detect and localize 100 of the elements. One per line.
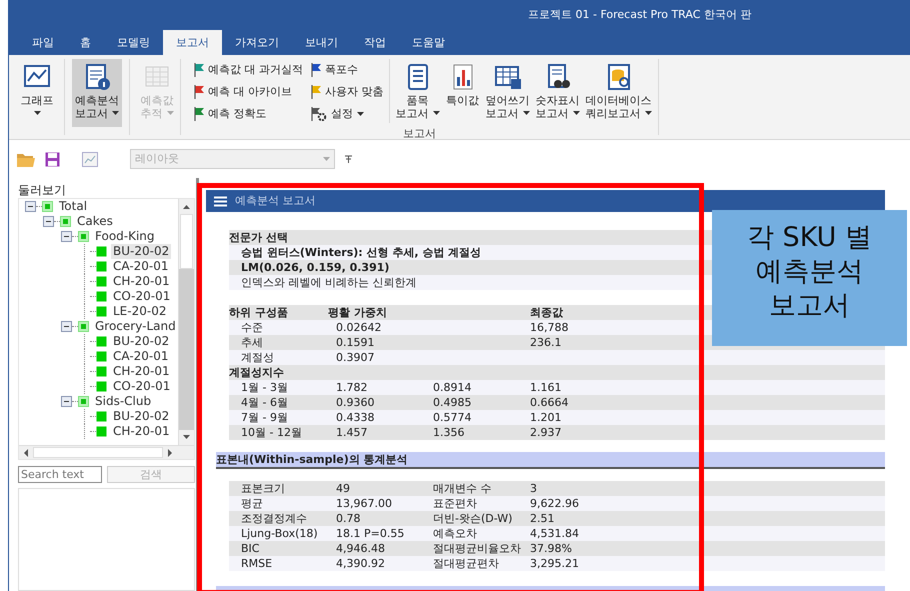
tree-item[interactable]: CA-20-01 <box>111 259 171 274</box>
ribbon-button[interactable]: 설정 <box>309 103 386 125</box>
row-label: 평균 <box>240 496 264 511</box>
table-cell: 1.161 <box>530 380 562 395</box>
tree-item[interactable]: CH-20-01 <box>111 274 172 289</box>
ribbon-button[interactable]: 예측값 대 과거실적 <box>192 59 305 81</box>
callout-label: 각 SKU 별 예측분석 보고서 <box>712 210 907 346</box>
row-label: 계절성 <box>240 350 275 365</box>
tree-item[interactable]: Cakes <box>75 214 115 229</box>
tree-item[interactable]: Total <box>57 199 90 214</box>
flag-icon <box>194 85 204 99</box>
ribbon-tab[interactable]: 작업 <box>351 30 399 55</box>
row-label: 조정결정계수 <box>240 511 308 526</box>
row-label: 수준 <box>240 320 264 335</box>
chart-icon <box>82 152 98 166</box>
table-cell: 9,622.96 <box>530 496 579 511</box>
table-cell-text: 1.782 <box>336 380 368 395</box>
ribbon-button[interactable]: 예측 대 아카이브 <box>192 81 305 103</box>
search-field[interactable]: Search text <box>18 466 102 483</box>
save-icon <box>45 152 60 166</box>
table-cell-text: 표준편차 <box>433 496 478 511</box>
leaf-icon <box>96 336 107 347</box>
tree-item[interactable]: CH-20-01 <box>111 424 172 439</box>
row-label: LM(0.026, 0.159, 0.391) <box>240 260 390 275</box>
tree-item[interactable]: CA-20-01 <box>111 349 171 364</box>
ribbon-tab[interactable]: 가져오기 <box>222 30 292 55</box>
row-label: Ljung-Box(18) <box>240 526 319 541</box>
pin-icon <box>345 155 352 163</box>
collapse-icon[interactable] <box>43 216 54 227</box>
tree-item[interactable]: BU-20-02 <box>111 244 172 259</box>
tree-item[interactable]: CO-20-01 <box>111 379 172 394</box>
collapse-icon[interactable] <box>61 321 72 332</box>
ribbon-button[interactable]: 품목 보고서 <box>392 59 442 127</box>
ribbon-button[interactable]: 숫자표시 보고서 <box>532 59 582 127</box>
table-cell-text: 0.4985 <box>433 395 472 410</box>
flag-icon <box>194 63 204 77</box>
collapse-icon[interactable] <box>25 201 36 212</box>
row-label: 4월 - 6월 <box>240 395 289 410</box>
tree-item[interactable]: Food-King <box>93 229 157 244</box>
collapse-icon[interactable] <box>61 231 72 242</box>
flag-icon <box>194 107 204 121</box>
ribbon-tab[interactable]: 도움말 <box>399 30 458 55</box>
tree-item[interactable]: BU-20-02 <box>111 334 172 349</box>
row-label: 추세 <box>240 335 264 350</box>
ribbon-tab[interactable]: 모델링 <box>104 30 163 55</box>
node-icon <box>78 396 89 407</box>
table-cell-text: 절대평균비율오차 <box>433 541 522 556</box>
leaf-icon <box>96 381 107 392</box>
panel-title: 둘러보기 <box>18 182 67 198</box>
ribbon-tab[interactable]: 홈 <box>67 30 104 55</box>
ribbon-tab[interactable]: 보고서 <box>163 30 222 55</box>
table-cell: 2.937 <box>530 425 562 440</box>
table-cell-text: 더빈-왓슨(D-W) <box>433 511 514 526</box>
table-cell-text: 0.78 <box>336 511 362 526</box>
ribbon-button[interactable]: 예측 정확도 <box>192 103 305 125</box>
ribbon-button[interactable]: 예측분석 보고서 <box>72 59 122 127</box>
table-cell: 16,788 <box>530 320 568 335</box>
flag-icon <box>311 85 321 99</box>
table-cell: 236.1 <box>530 335 562 350</box>
tree-item[interactable]: Grocery-Land <box>93 319 178 334</box>
settings-icon <box>311 107 327 121</box>
tree-item[interactable]: BU-20-02 <box>111 409 172 424</box>
ribbon-button[interactable]: 데이터베이스 쿼리보고서 <box>582 59 654 127</box>
node-icon <box>42 201 53 212</box>
row-label: 7월 - 9월 <box>240 410 289 425</box>
table-cell-text: 0.4338 <box>336 410 376 425</box>
leaf-icon <box>96 411 107 422</box>
tree-item[interactable]: LE-20-02 <box>111 304 168 319</box>
collapse-icon[interactable] <box>61 396 72 407</box>
table-cell-text: 0.3907 <box>336 350 376 365</box>
tree-item[interactable]: CH-20-01 <box>111 364 172 379</box>
table-cell-text: 0.02642 <box>336 320 382 335</box>
row-label: RMSE <box>240 556 274 571</box>
flag-icon <box>311 63 321 77</box>
table-cell-text: 13,967.00 <box>336 496 393 511</box>
ribbon-tab[interactable]: 파일 <box>19 30 67 55</box>
scroll-thumb[interactable] <box>33 447 163 458</box>
table-cell-text: 1.457 <box>336 425 368 440</box>
scroll-thumb[interactable] <box>180 214 193 269</box>
node-icon <box>78 321 89 332</box>
leaf-icon <box>96 351 107 362</box>
horizontal-scrollbar[interactable] <box>19 445 194 459</box>
tree-item[interactable]: Sids-Club <box>93 394 154 409</box>
leaf-icon <box>96 246 107 257</box>
ribbon-button[interactable]: 특이값 <box>442 59 482 127</box>
row-label: 표본크기 <box>240 481 286 496</box>
table-cell-text: 18.1 P=0.55 <box>336 526 406 541</box>
table-cell: 3 <box>530 481 537 496</box>
table-cell-text: 예측오차 <box>433 526 478 541</box>
tree-item[interactable]: CO-20-01 <box>111 289 172 304</box>
ribbon-button[interactable]: 그래프 <box>17 59 57 127</box>
ribbon-button[interactable]: 사용자 맞춤 <box>309 81 386 103</box>
ribbon-tab[interactable]: 보내기 <box>292 30 351 55</box>
ribbon-button[interactable]: 덮어쓰기 보고서 <box>482 59 532 127</box>
group-label: 보고서 <box>402 127 437 141</box>
ribbon-button[interactable]: 폭포수 <box>309 59 386 81</box>
table-cell-text: 0.8914 <box>433 380 472 395</box>
row-label: BIC <box>240 541 260 556</box>
vertical-scrollbar[interactable] <box>178 199 194 445</box>
section-heading: 표본내(Within-sample)의 통계분석 <box>216 452 885 469</box>
